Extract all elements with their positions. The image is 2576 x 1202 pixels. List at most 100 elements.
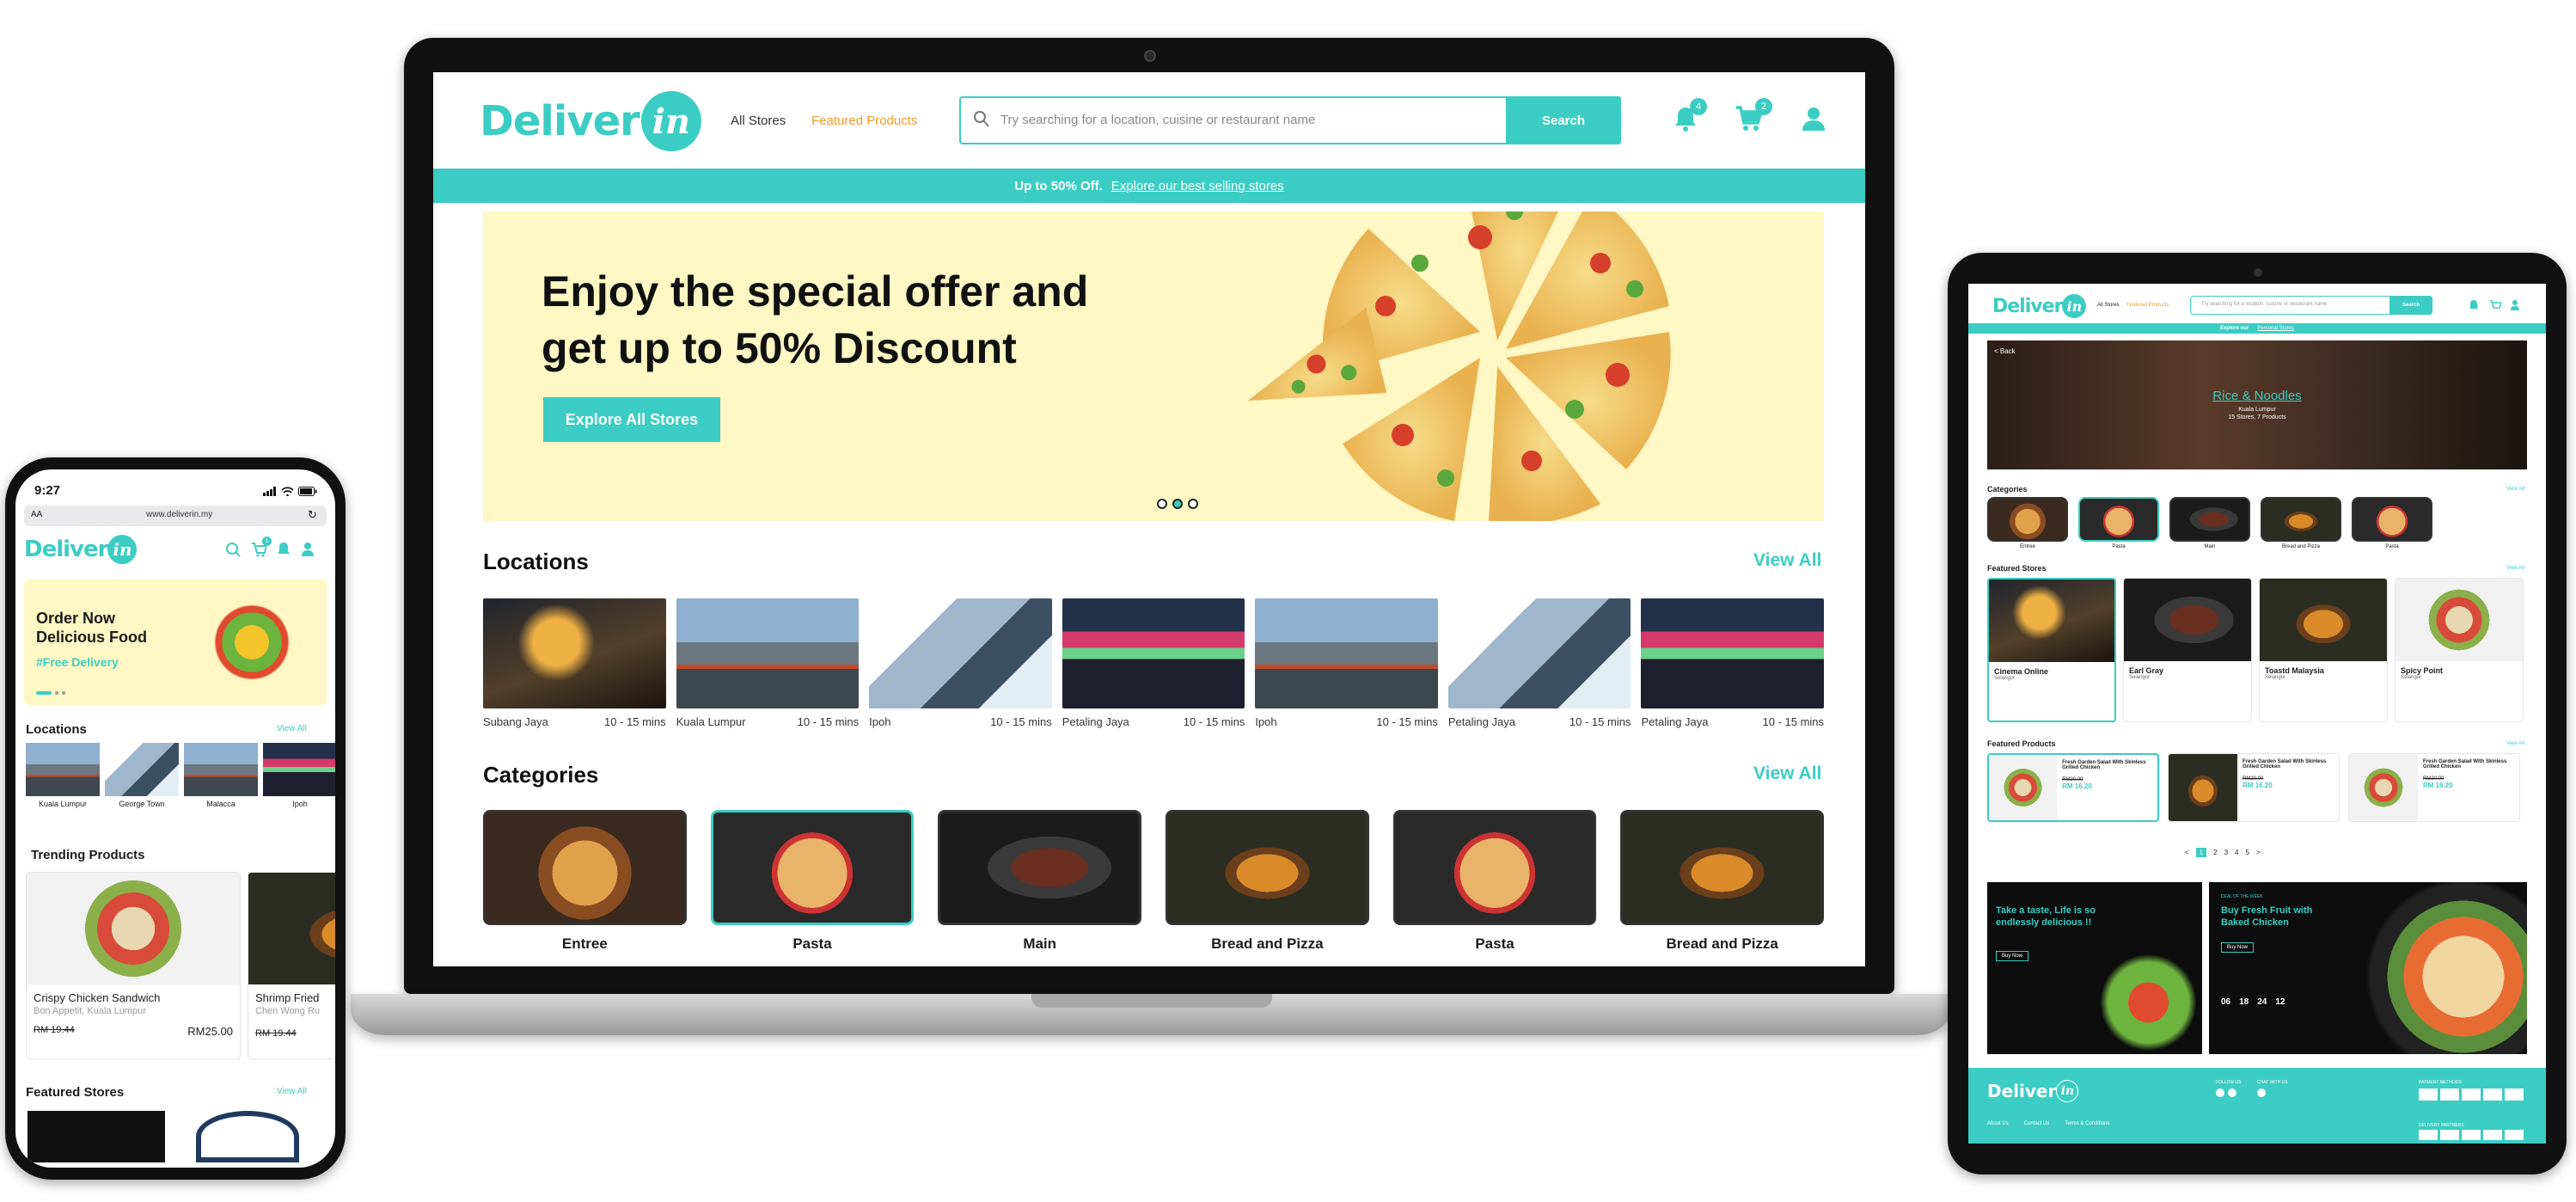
location-card[interactable]: Kuala Lumpur 10 - 15 mins (676, 598, 860, 736)
explore-stores-button[interactable]: Explore All Stores (543, 397, 720, 442)
category-card[interactable]: Entree (483, 810, 687, 965)
search-input[interactable]: Try searching for a location, cuisine or… (1000, 113, 1315, 127)
search-input[interactable]: Try searching for a location, cuisine or… (2201, 302, 2328, 307)
account-button[interactable] (1800, 105, 1827, 134)
user-icon[interactable] (2510, 299, 2520, 316)
hero-title: Enjoy the special offer and get up to 50… (542, 263, 1088, 377)
phone-hero-line1: Order Now (36, 610, 116, 627)
category-card[interactable]: Bread and Pizza (1166, 810, 1369, 965)
page-3[interactable]: 3 (2224, 849, 2228, 856)
location-name: Ipoh (869, 715, 891, 728)
cart-icon[interactable] (2489, 299, 2503, 316)
featured-store-logo[interactable] (28, 1111, 165, 1162)
trending-product-card[interactable]: Shrimp Fried Chen Wong Ru RM 19.44 (248, 872, 335, 1059)
location-card[interactable]: Petaling Jaya 10 - 15 mins (1447, 598, 1631, 736)
nav-featured-products[interactable]: Featured Products (811, 113, 917, 128)
cart-icon[interactable]: 1 (251, 537, 272, 561)
category-card[interactable]: Main (938, 810, 1142, 965)
page-2[interactable]: 2 (2213, 849, 2217, 856)
store-card[interactable]: Earl Gray Selangor (2123, 578, 2252, 722)
brand-logo[interactable]: Deliver in (480, 91, 701, 151)
location-card[interactable]: Petaling Jaya 10 - 15 mins (1641, 598, 1825, 736)
footer-link-contact[interactable]: Contact Us (2024, 1121, 2050, 1126)
facebook-icon[interactable] (2216, 1089, 2224, 1097)
locations-view-all[interactable]: View All (1753, 550, 1821, 571)
carousel-dot-2[interactable] (1172, 499, 1183, 509)
store-card[interactable]: Cinema Online Selangor (1987, 578, 2116, 722)
nav-all-stores[interactable]: All Stores (731, 113, 786, 128)
phone-featured-view-all[interactable]: View All (277, 1087, 307, 1096)
store-card[interactable]: Toastd Malaysia Selangor (2259, 578, 2388, 722)
carousel-dot[interactable] (62, 691, 65, 695)
location-card[interactable]: Ipoh 10 - 15 mins (869, 598, 1052, 736)
category-image (938, 810, 1142, 925)
phone-logo[interactable]: Deliver in (24, 535, 138, 564)
bell-icon[interactable] (277, 542, 291, 561)
promo-link[interactable]: Explore our best selling stores (1111, 179, 1284, 193)
category-label: Pasta (1475, 935, 1514, 952)
back-link[interactable]: < Back (1994, 347, 2016, 355)
tablet-screen: Deliver in All Stores Featured Products … (1968, 284, 2546, 1144)
carousel-dot[interactable] (55, 691, 58, 695)
search-icon[interactable] (225, 542, 241, 561)
tablet-categories-view-all[interactable]: View All (2506, 487, 2524, 492)
tablet-featured-products-view-all[interactable]: View All (2506, 741, 2524, 746)
tablet-promo-bar: Explore our Personal Stores (1968, 323, 2546, 334)
location-card[interactable]: George Town (105, 743, 179, 808)
carousel-dot-1[interactable] (1157, 499, 1167, 509)
reload-icon[interactable]: ↻ (308, 508, 317, 522)
promo-link[interactable]: Personal Stores (2257, 326, 2294, 331)
page-prev[interactable]: < (2185, 849, 2189, 856)
footer-link-terms[interactable]: Terms & Conditions (2065, 1121, 2109, 1126)
search-button[interactable]: Search (2389, 296, 2432, 315)
page-5[interactable]: 5 (2245, 849, 2249, 856)
page-next[interactable]: > (2256, 849, 2261, 856)
location-card[interactable]: Kuala Lumpur (26, 743, 100, 808)
store-card[interactable]: Spicy Point Selangor (2395, 578, 2524, 722)
tablet-featured-stores-view-all[interactable]: View All (2506, 566, 2524, 571)
featured-store-logo[interactable] (196, 1111, 299, 1162)
cart-button[interactable]: 2 (1735, 98, 1772, 134)
category-card[interactable]: Pasta (2078, 497, 2159, 549)
search-button[interactable]: Search (1506, 96, 1621, 144)
url-bar[interactable]: AA www.deliverin.my ↻ (24, 506, 327, 526)
promo-left-button[interactable]: Buy Now (1996, 951, 2029, 961)
category-card[interactable]: Entree (1987, 497, 2068, 549)
category-card[interactable]: Pasta (1392, 810, 1597, 965)
carousel-dot[interactable] (36, 691, 52, 695)
trending-product-card[interactable]: Crispy Chicken Sandwich Bon Appetit, Kua… (26, 872, 241, 1059)
product-card[interactable]: Fresh Garden Salad With Skinless Grilled… (2348, 753, 2520, 822)
notification-button[interactable]: 4 (1673, 98, 1707, 134)
category-card[interactable]: Bread and Pizza (2261, 497, 2341, 549)
phone-hero-title: Order Now Delicious Food (36, 609, 147, 647)
page-4[interactable]: 4 (2235, 849, 2238, 856)
page-1[interactable]: 1 (2195, 848, 2207, 857)
category-card[interactable]: Pasta (2352, 497, 2432, 549)
bell-icon[interactable] (2469, 299, 2479, 316)
nav-featured-products[interactable]: Featured Products (2126, 303, 2169, 308)
nav-all-stores[interactable]: All Stores (2097, 303, 2120, 308)
text-size-button[interactable]: AA (31, 510, 42, 519)
location-card[interactable]: Ipoh (263, 743, 335, 808)
location-card[interactable]: Subang Jaya 10 - 15 mins (483, 598, 666, 736)
category-card[interactable]: Pasta (710, 810, 915, 965)
location-card[interactable]: Malacca (184, 743, 258, 808)
location-card[interactable]: Petaling Jaya 10 - 15 mins (1062, 598, 1245, 736)
user-icon[interactable] (301, 542, 315, 561)
whatsapp-icon[interactable] (2257, 1089, 2266, 1097)
promo-bar: Up to 50% Off. Explore our best selling … (433, 169, 1865, 203)
footer-link-about[interactable]: About Us (1987, 1121, 2009, 1126)
tablet-featured-products-title: Featured Products (1987, 739, 2056, 748)
instagram-icon[interactable] (2228, 1089, 2236, 1097)
phone-locations-view-all[interactable]: View All (277, 724, 307, 733)
product-card[interactable]: Fresh Garden Salad With Skinless Grilled… (2168, 753, 2340, 822)
promo-right-button[interactable]: Buy Now (2221, 942, 2255, 953)
carousel-dot-3[interactable] (1188, 499, 1198, 509)
category-card[interactable]: Main (2169, 497, 2250, 549)
category-card[interactable]: Bread and Pizza (1620, 810, 1825, 965)
product-card[interactable]: Fresh Garden Salad With Skinless Grilled… (1987, 753, 2159, 822)
tablet-logo[interactable]: Deliver in (1992, 294, 2087, 318)
footer-logo[interactable]: Deliver in (1987, 1080, 2079, 1102)
categories-view-all[interactable]: View All (1753, 764, 1821, 784)
location-card[interactable]: Ipoh 10 - 15 mins (1255, 598, 1438, 736)
